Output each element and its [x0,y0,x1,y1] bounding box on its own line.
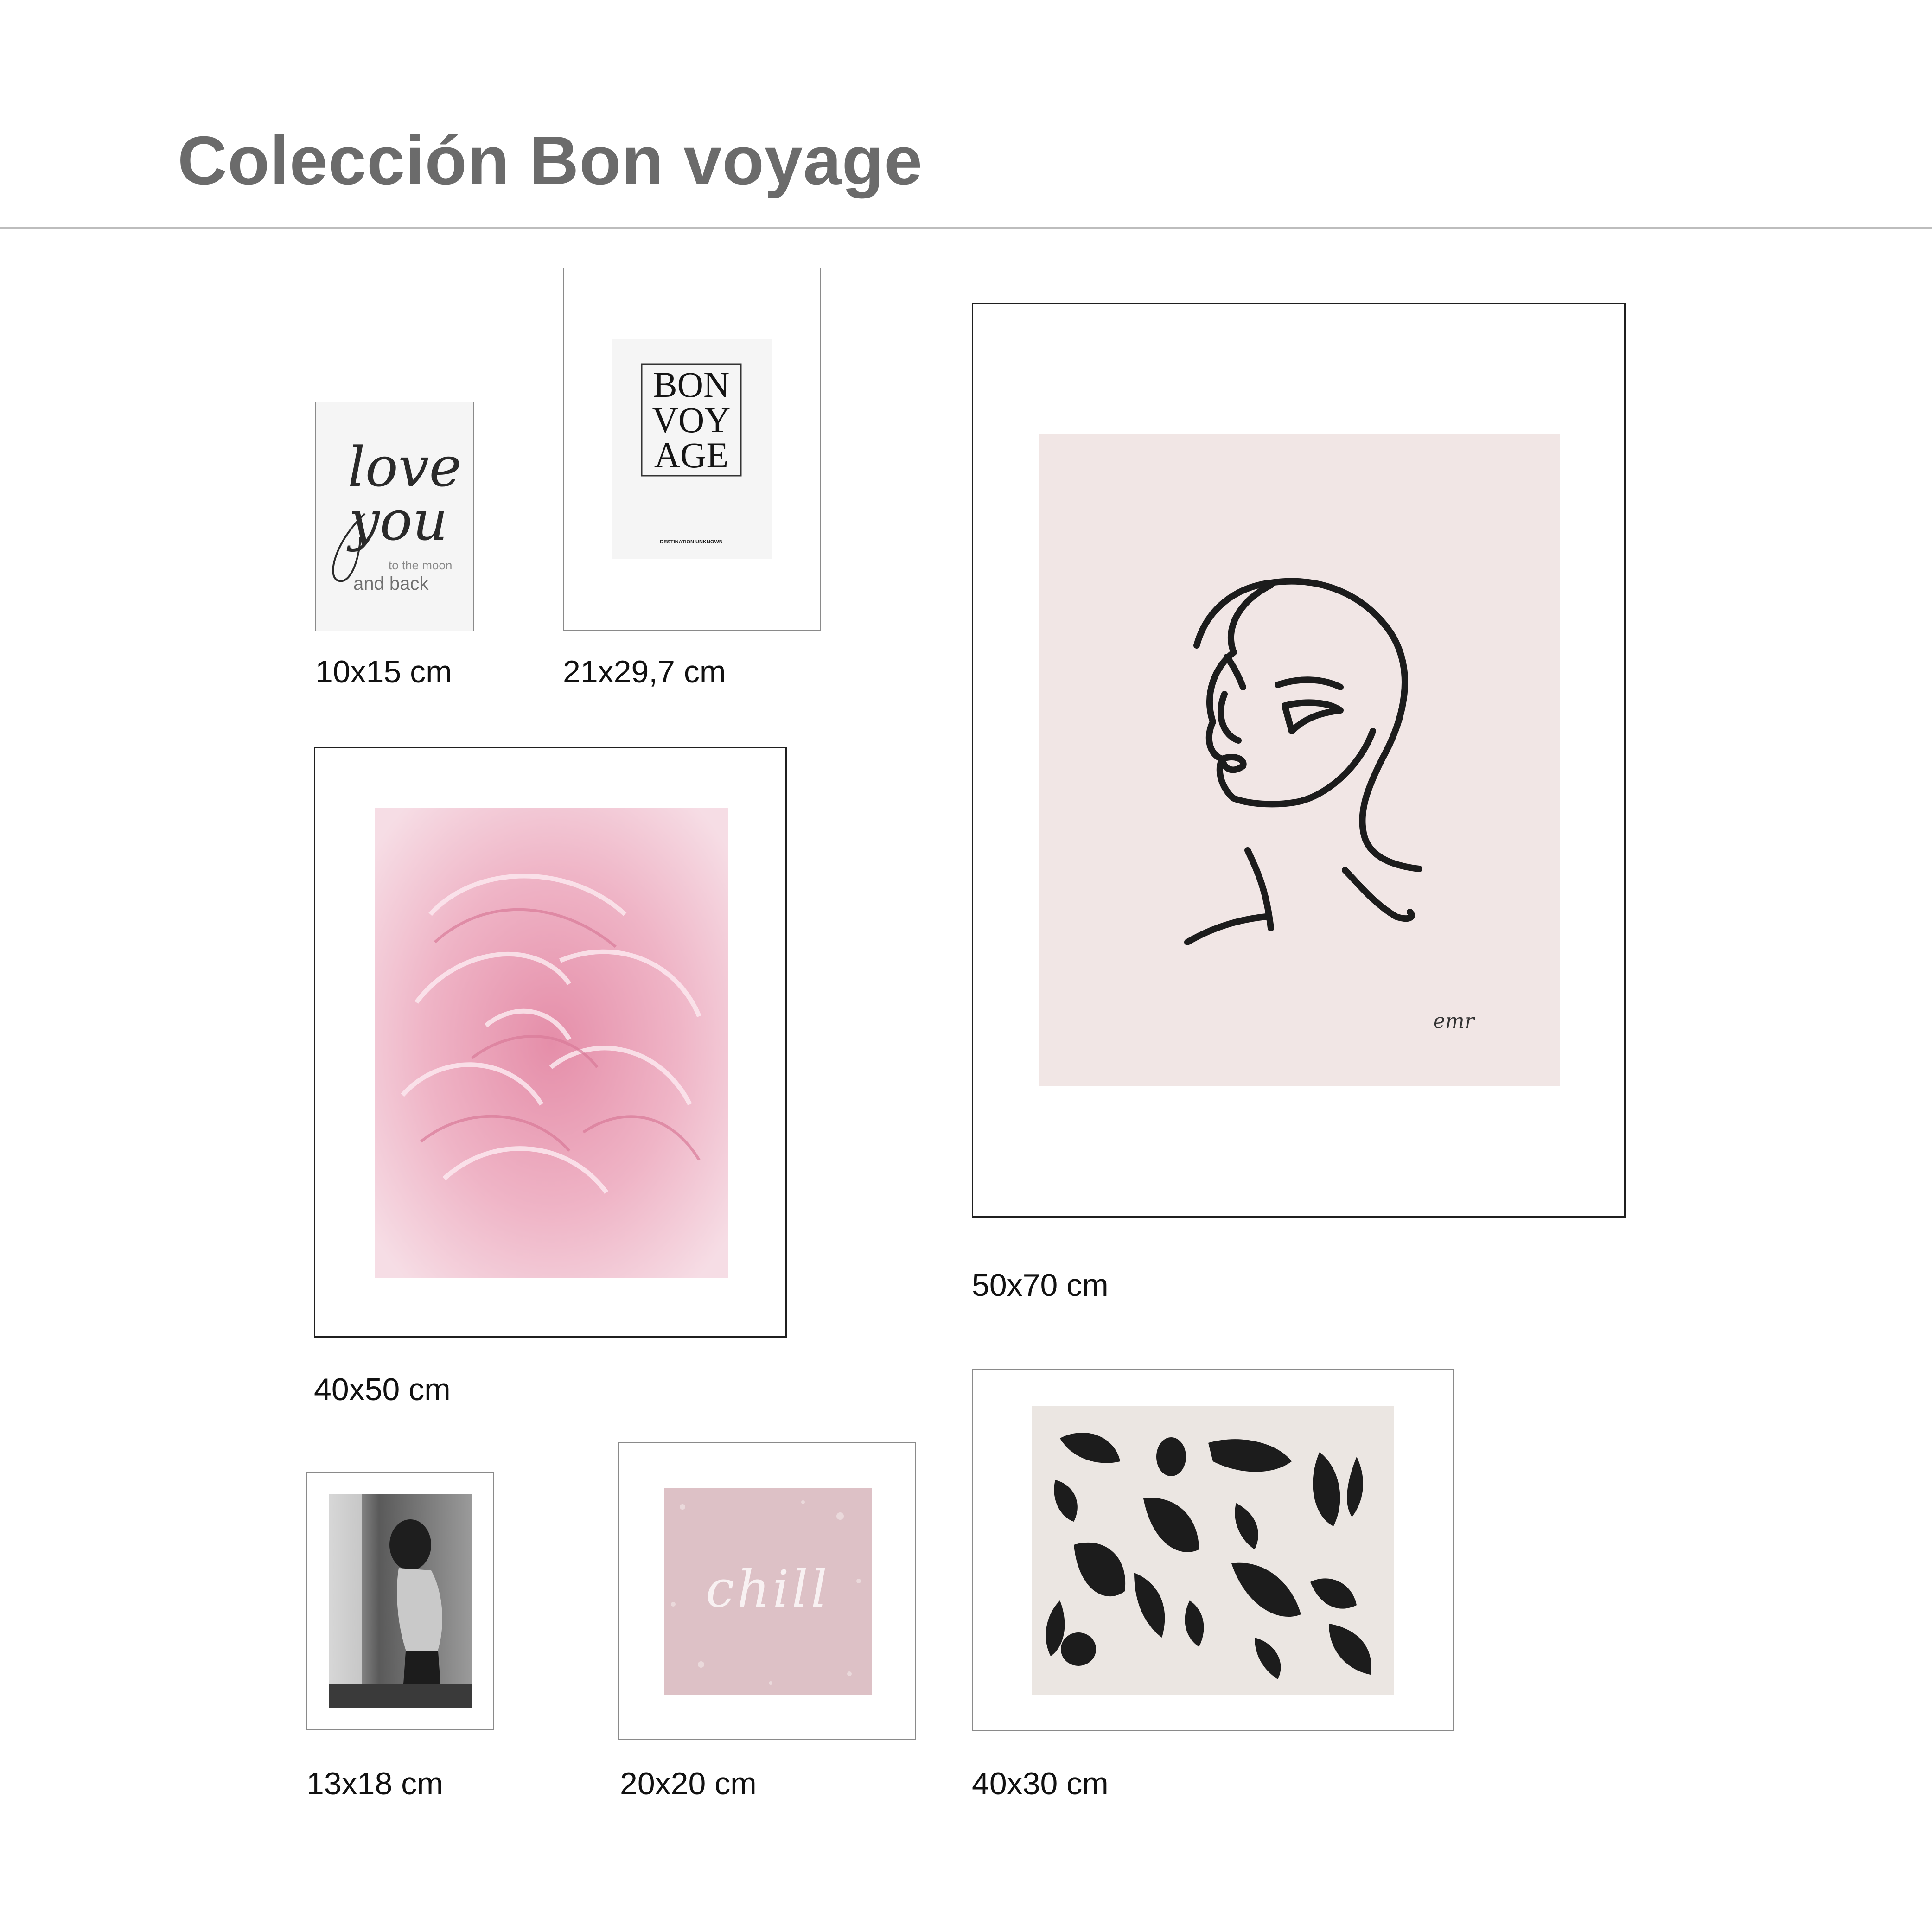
print-bon-voyage[interactable]: BON VOY AGE DESTINATION UNKNOWN [563,268,821,631]
size-label-21x29-7: 21x29,7 cm [563,654,726,689]
peony-photo [375,808,728,1278]
size-label-10x15: 10x15 cm [315,654,452,689]
bon-voyage-mat: BON VOY AGE DESTINATION UNKNOWN [612,339,772,559]
print-woman-photo[interactable] [306,1472,494,1730]
page-title: Colección Bon voyage [178,122,923,199]
love-you-line2: you [346,489,448,553]
woman-photo-image [329,1494,472,1708]
size-label-40x30: 40x30 cm [972,1766,1109,1801]
chill-artwork: chill [664,1488,872,1695]
header-divider [0,227,1932,229]
print-pink-peony[interactable] [314,747,787,1338]
love-you-line3: to the moon [389,558,452,572]
love-you-line4: and back [353,574,429,594]
bon-voyage-line2: VOY [652,400,731,440]
abstract-cutout-shapes [1046,1433,1371,1679]
print-love-you[interactable]: love you to the moon and back [315,402,474,631]
woman-photo-figure [329,1494,472,1708]
size-label-50x70: 50x70 cm [972,1268,1109,1303]
love-you-artwork: love you to the moon and back [316,402,473,631]
size-label-20x20: 20x20 cm [620,1766,757,1801]
print-abstract-shapes[interactable] [972,1369,1454,1731]
print-face-line-art[interactable]: emr [972,303,1626,1218]
bon-voyage-caption: DESTINATION UNKNOWN [660,539,723,545]
size-label-40x50: 40x50 cm [314,1372,451,1407]
peony-flower [375,808,728,1278]
chill-word: chill [706,1559,830,1619]
face-line-drawing: emr [1184,578,1476,1033]
face-artwork-mat: emr [1039,434,1560,1086]
abstract-artwork [1032,1406,1394,1695]
chill-text-art: chill [671,1500,861,1685]
bon-voyage-line1: BON [653,364,730,405]
bon-voyage-artwork: BON VOY AGE DESTINATION UNKNOWN [641,363,742,545]
face-signature: emr [1433,1009,1476,1033]
print-chill[interactable]: chill [618,1442,916,1740]
size-label-13x18: 13x18 cm [306,1766,443,1801]
bon-voyage-line3: AGE [654,435,728,475]
